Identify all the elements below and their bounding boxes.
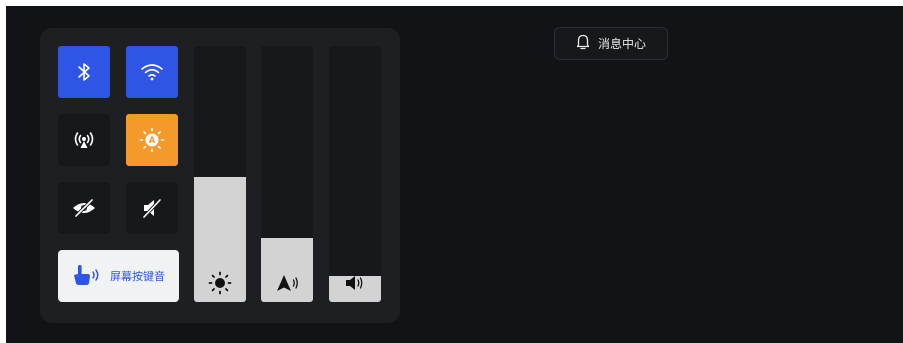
speaker-icon — [329, 272, 381, 294]
wifi-toggle[interactable] — [126, 46, 178, 98]
hotspot-icon — [72, 130, 96, 150]
bell-icon — [576, 34, 590, 53]
hotspot-toggle[interactable] — [58, 114, 110, 166]
quick-settings-panel: A 屏幕按键音 — [40, 28, 400, 323]
svg-text:A: A — [149, 136, 156, 146]
bluetooth-icon — [74, 61, 94, 83]
bluetooth-toggle[interactable] — [58, 46, 110, 98]
screen-touch-sound-button[interactable]: 屏幕按键音 — [58, 250, 179, 302]
auto-brightness-icon: A — [139, 127, 165, 153]
auto-brightness-toggle[interactable]: A — [126, 114, 178, 166]
media-volume-slider[interactable] — [329, 46, 381, 302]
notification-center-label: 消息中心 — [597, 37, 646, 51]
screen: A 屏幕按键音 消息中心 — [6, 6, 903, 343]
wifi-icon — [140, 62, 164, 82]
eye-off-icon — [71, 198, 97, 218]
speaker-mute-icon — [141, 197, 163, 219]
mute-toggle[interactable] — [126, 182, 178, 234]
privacy-toggle[interactable] — [58, 182, 110, 234]
sun-icon — [194, 271, 246, 295]
screen-touch-sound-label: 屏幕按键音 — [110, 270, 165, 283]
touch-sound-icon — [72, 263, 102, 290]
navigation-volume-slider[interactable] — [261, 46, 313, 302]
navigation-volume-icon — [261, 272, 313, 294]
brightness-slider[interactable] — [194, 46, 246, 302]
notification-center-button[interactable]: 消息中心 — [554, 27, 668, 60]
